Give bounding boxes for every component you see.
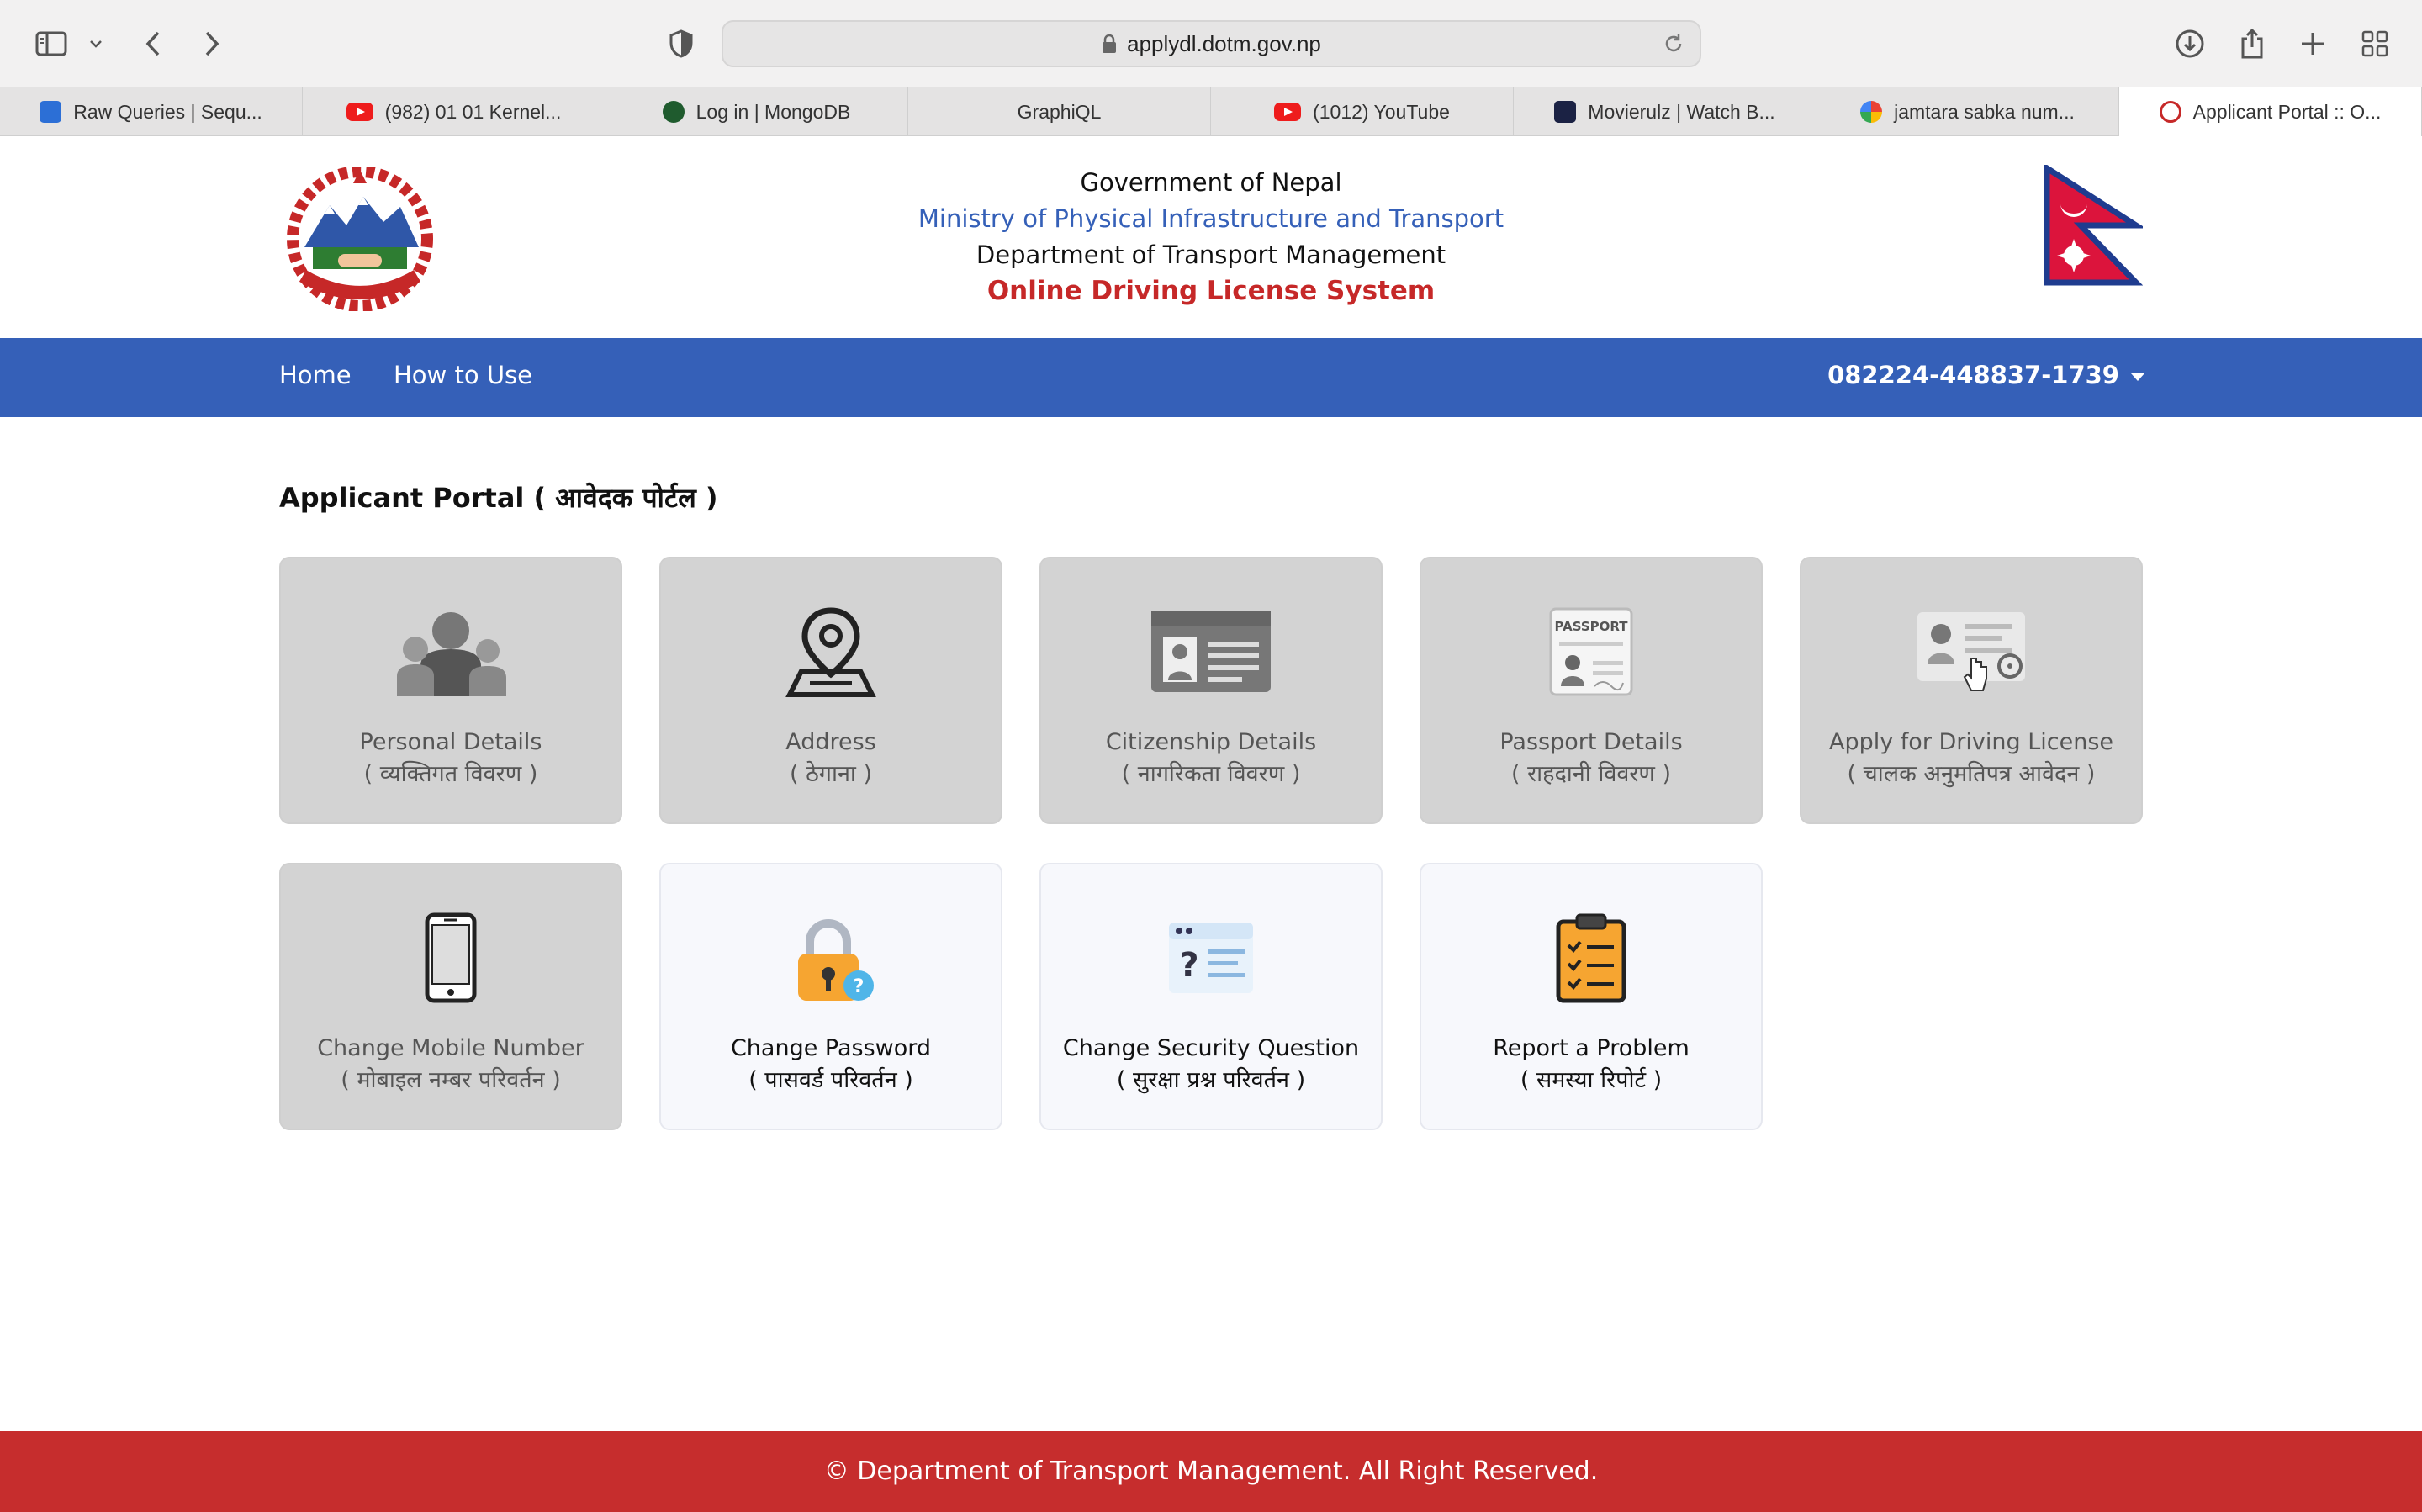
card-apply-driving-license[interactable]: Apply for Driving License ( चालक अनुमतिप…	[1800, 557, 2143, 824]
card-title-en: Apply for Driving License	[1828, 729, 2113, 755]
google-icon	[1860, 101, 1883, 123]
card-title-np: ( मोबाइल नम्बर परिवर्तन )	[341, 1067, 561, 1093]
user-id-menu[interactable]: 082224-448837-1739	[1827, 361, 2119, 389]
card-label: Change Security Question ( सुरक्षा प्रश्…	[1041, 1033, 1381, 1097]
tab-label: Movierulz | Watch B...	[1588, 100, 1775, 123]
url-text: applydl.dotm.gov.np	[1127, 30, 1321, 56]
card-title-np: ( राहदानी विवरण )	[1510, 761, 1672, 787]
card-label: Report a Problem ( समस्या रिपोर्ट )	[1421, 1033, 1761, 1097]
tab-label: jamtara sabka num...	[1894, 100, 2075, 123]
tab-label: GraphiQL	[1017, 100, 1102, 123]
address-bar[interactable]: applydl.dotm.gov.np	[722, 20, 1701, 67]
card-label: Address ( ठेगाना )	[661, 727, 1001, 790]
forward-icon[interactable]	[198, 20, 225, 67]
card-change-password[interactable]: ? Change Password ( पासवर्ड परिवर्तन )	[659, 863, 1002, 1130]
page-title: Applicant Portal ( आवेदक पोर्टल )	[279, 482, 718, 514]
tab-movierulz[interactable]: Movierulz | Watch B...	[1514, 87, 1816, 136]
main-navbar: Home How to Use 082224-448837-1739	[0, 338, 2422, 417]
card-title-np: ( चालक अनुमतिपत्र आवेदन )	[1847, 761, 2096, 787]
card-change-mobile-number[interactable]: Change Mobile Number ( मोबाइल नम्बर परिव…	[279, 863, 622, 1130]
card-label: Change Password ( पासवर्ड परिवर्तन )	[661, 1033, 1001, 1097]
clipboard-checklist-icon	[1421, 912, 1761, 1004]
card-title-np: ( समस्या रिपोर्ट )	[1520, 1067, 1663, 1093]
svg-text:PASSPORT: PASSPORT	[1554, 619, 1628, 634]
map-pin-icon	[661, 605, 1001, 698]
tab-label: Raw Queries | Sequ...	[73, 100, 262, 123]
card-title-en: Citizenship Details	[1105, 729, 1317, 755]
svg-text:?: ?	[1179, 946, 1198, 985]
browser-toolbar: applydl.dotm.gov.np	[0, 0, 2422, 87]
tab-label: Applicant Portal :: O...	[2192, 100, 2382, 123]
chevron-down-icon[interactable]	[86, 20, 106, 67]
youtube-icon	[346, 103, 373, 121]
nepal-flag-icon	[2044, 165, 2143, 286]
tab-applicant-portal[interactable]: Applicant Portal :: O...	[2119, 87, 2422, 136]
card-label: Passport Details ( राहदानी विवरण )	[1421, 727, 1761, 790]
share-icon[interactable]	[2237, 20, 2267, 67]
tab-bar: Raw Queries | Sequ... (982) 01 01 Kernel…	[0, 87, 2422, 136]
mobile-phone-icon	[281, 912, 621, 1004]
reload-icon[interactable]	[1663, 32, 1684, 56]
card-title-np: ( पासवर्ड परिवर्तन )	[748, 1067, 913, 1093]
card-label: Change Mobile Number ( मोबाइल नम्बर परिव…	[281, 1033, 621, 1097]
card-change-security-question[interactable]: ? Change Security Question ( सुरक्षा प्र…	[1039, 863, 1383, 1130]
cube-icon	[40, 101, 62, 123]
mongodb-icon	[662, 101, 685, 123]
tab-mongodb[interactable]: Log in | MongoDB	[606, 87, 908, 136]
lock-icon	[1103, 34, 1117, 53]
padlock-icon: ?	[661, 912, 1001, 1004]
card-passport-details[interactable]: PASSPORT Passport Details ( राहदानी विवर…	[1420, 557, 1763, 824]
tab-overview-icon[interactable]	[2360, 20, 2390, 67]
family-icon	[281, 605, 621, 698]
card-title-np: ( सुरक्षा प्रश्न परिवर्तन )	[1116, 1067, 1306, 1093]
sidebar-toggle-icon[interactable]	[32, 20, 71, 67]
card-label: Apply for Driving License ( चालक अनुमतिप…	[1801, 727, 2141, 790]
nav-how-to-use[interactable]: How to Use	[394, 361, 532, 389]
card-label: Personal Details ( व्यक्तिगत विवरण )	[281, 727, 621, 790]
tab-youtube-kernel[interactable]: (982) 01 01 Kernel...	[303, 87, 606, 136]
tab-label: (982) 01 01 Kernel...	[384, 100, 562, 123]
card-citizenship-details[interactable]: Citizenship Details ( नागरिकता विवरण )	[1039, 557, 1383, 824]
emblem-icon	[2159, 101, 2181, 123]
page-footer: © Department of Transport Management. Al…	[0, 1431, 2422, 1512]
new-tab-icon[interactable]	[2298, 20, 2328, 67]
tab-label: (1012) YouTube	[1313, 100, 1450, 123]
card-title-en: Address	[785, 729, 876, 755]
tab-youtube[interactable]: (1012) YouTube	[1211, 87, 1514, 136]
tab-graphiql[interactable]: GraphiQL	[908, 87, 1211, 136]
id-card-icon	[1041, 605, 1381, 698]
card-personal-details[interactable]: Personal Details ( व्यक्तिगत विवरण )	[279, 557, 622, 824]
movie-icon	[1554, 101, 1577, 123]
tab-google-search[interactable]: jamtara sabka num...	[1816, 87, 2119, 136]
card-title-en: Change Mobile Number	[317, 1035, 584, 1061]
card-report-problem[interactable]: Report a Problem ( समस्या रिपोर्ट )	[1420, 863, 1763, 1130]
svg-text:?: ?	[854, 976, 865, 997]
security-question-icon: ?	[1041, 912, 1381, 1004]
passport-icon: PASSPORT	[1421, 605, 1761, 698]
card-label: Citizenship Details ( नागरिकता विवरण )	[1041, 727, 1381, 790]
card-address[interactable]: Address ( ठेगाना )	[659, 557, 1002, 824]
back-icon[interactable]	[140, 20, 167, 67]
site-header: Government of Nepal Ministry of Physical…	[0, 136, 2422, 338]
card-title-np: ( नागरिकता विवरण )	[1121, 761, 1301, 787]
card-title-en: Change Password	[730, 1035, 932, 1061]
youtube-icon	[1274, 103, 1302, 121]
driving-license-icon	[1801, 605, 2141, 698]
tab-label: Log in | MongoDB	[695, 100, 851, 123]
downloads-icon[interactable]	[2173, 20, 2207, 67]
tab-sequelize[interactable]: Raw Queries | Sequ...	[0, 87, 303, 136]
card-title-en: Report a Problem	[1493, 1035, 1690, 1061]
card-title-np: ( ठेगाना )	[789, 761, 873, 787]
user-menu-caret-icon[interactable]	[2131, 373, 2144, 381]
card-title-np: ( व्यक्तिगत विवरण )	[363, 761, 538, 787]
shield-icon[interactable]	[666, 20, 696, 67]
card-title-en: Personal Details	[359, 729, 542, 755]
card-title-en: Change Security Question	[1062, 1035, 1360, 1061]
card-title-en: Passport Details	[1499, 729, 1683, 755]
nav-home[interactable]: Home	[279, 361, 352, 389]
